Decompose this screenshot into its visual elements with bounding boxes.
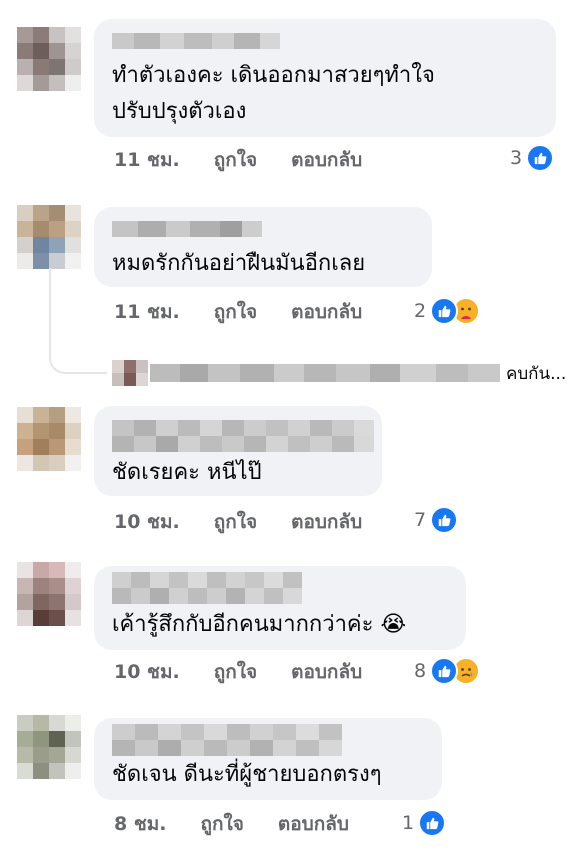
reaction-summary[interactable]: 3 <box>510 144 555 172</box>
like-icon <box>526 144 555 172</box>
commenter-name-blurred[interactable] <box>112 724 342 756</box>
reply-button[interactable]: ตอบกลับ <box>291 145 362 175</box>
reply-thread-curve <box>49 330 107 374</box>
reaction-summary[interactable]: 1 <box>402 809 447 837</box>
reply-button[interactable]: ตอบกลับ <box>278 809 349 839</box>
comment-bubble: เค้ารู้สึกกับอีกคนมากกว่าค่ะ 😭 <box>94 566 466 650</box>
like-button[interactable]: ถูกใจ <box>200 809 243 839</box>
like-icon <box>430 506 459 534</box>
comment-time[interactable]: 11 ชม. <box>114 145 180 175</box>
like-button[interactable]: ถูกใจ <box>214 145 257 175</box>
reply-preview-text: คบกัน... <box>506 363 567 384</box>
reaction-count: 1 <box>402 812 415 834</box>
comment-meta: 11 ชม. ถูกใจ ตอบกลับ <box>114 298 362 326</box>
comment-meta: 8 ชม. ถูกใจ ตอบกลับ <box>114 810 349 838</box>
comment-time[interactable]: 11 ชม. <box>114 297 180 327</box>
reply-preview[interactable]: คบกัน... <box>112 360 566 386</box>
comment-text-line: ทำตัวเองคะ เดินออกมาสวยๆทำใจ <box>112 63 435 88</box>
commenter-name-blurred[interactable] <box>112 221 262 237</box>
reaction-count: 7 <box>414 509 427 531</box>
comment-meta: 10 ชม. ถูกใจ ตอบกลับ <box>114 658 362 686</box>
reaction-summary[interactable]: 8 <box>414 657 481 685</box>
reaction-summary[interactable]: 7 <box>414 506 459 534</box>
comment-bubble: หมดรักกันอย่าฝืนมันอีกเลย <box>94 207 432 287</box>
reply-avatar <box>112 360 148 386</box>
reply-button[interactable]: ตอบกลับ <box>291 657 362 687</box>
reply-name-blurred <box>150 364 500 382</box>
like-button[interactable]: ถูกใจ <box>214 657 257 687</box>
comment-time[interactable]: 10 ชม. <box>114 657 180 687</box>
commenter-name-blurred[interactable] <box>112 572 302 604</box>
comment-meta: 11 ชม. ถูกใจ ตอบกลับ <box>114 146 362 174</box>
commenter-name-blurred[interactable] <box>112 420 374 452</box>
comment-meta: 10 ชม. ถูกใจ ตอบกลับ <box>114 508 362 536</box>
like-icon <box>430 297 459 325</box>
comment-time[interactable]: 8 ชม. <box>114 809 166 839</box>
comment-time[interactable]: 10 ชม. <box>114 507 180 537</box>
comment-bubble: ทำตัวเองคะ เดินออกมาสวยๆทำใจ ปรับปรุงตัว… <box>94 19 556 137</box>
reaction-summary[interactable]: 2 <box>414 297 481 325</box>
like-button[interactable]: ถูกใจ <box>214 507 257 537</box>
avatar[interactable] <box>17 715 81 779</box>
comment-text-line: หมดรักกันอย่าฝืนมันอีกเลย <box>112 251 366 276</box>
like-icon <box>418 809 447 837</box>
comment-text-line: ชัดเรยคะ หนีไป๊ <box>112 460 262 485</box>
like-icon <box>430 657 459 685</box>
reaction-count: 2 <box>414 300 427 322</box>
avatar[interactable] <box>17 407 81 471</box>
reaction-count: 3 <box>510 147 523 169</box>
avatar[interactable] <box>17 205 81 269</box>
avatar[interactable] <box>17 562 81 626</box>
avatar[interactable] <box>17 27 81 91</box>
reply-button[interactable]: ตอบกลับ <box>291 507 362 537</box>
comment-text-line: ชัดเจน ดีนะที่ผู้ชายบอกตรงๆ <box>112 762 382 787</box>
reaction-count: 8 <box>414 660 427 682</box>
comment-bubble: ชัดเรยคะ หนีไป๊ <box>94 406 382 496</box>
comment-text-line: เค้ารู้สึกกับอีกคนมากกว่าค่ะ 😭 <box>112 612 407 637</box>
comment-text-line: ปรับปรุงตัวเอง <box>112 99 247 124</box>
comment-bubble: ชัดเจน ดีนะที่ผู้ชายบอกตรงๆ <box>94 718 442 800</box>
reply-button[interactable]: ตอบกลับ <box>291 297 362 327</box>
like-button[interactable]: ถูกใจ <box>214 297 257 327</box>
commenter-name-blurred[interactable] <box>112 33 280 49</box>
